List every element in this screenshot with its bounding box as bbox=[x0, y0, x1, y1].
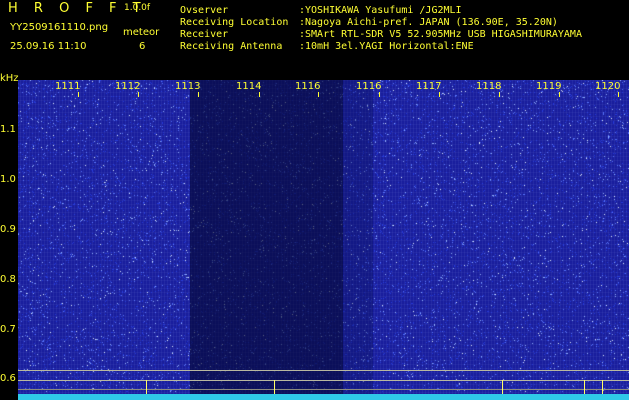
spectrogram-dark-band bbox=[190, 80, 343, 400]
receiver-label: Receiver bbox=[180, 29, 229, 40]
receiver-value: :SMArt RTL-SDR V5 52.905MHz USB HIGASHIM… bbox=[299, 29, 582, 40]
meteor-ping bbox=[146, 380, 147, 394]
threshold-line-base bbox=[18, 389, 629, 390]
y-axis-unit: kHz bbox=[0, 73, 19, 84]
y-tick-label: 0.7 bbox=[0, 324, 16, 335]
spectrogram-mid-band bbox=[343, 80, 373, 400]
x-tick-mark bbox=[259, 92, 260, 97]
x-tick-mark bbox=[379, 92, 380, 97]
detection-mode: meteor bbox=[123, 27, 160, 38]
x-tick-label: 1114 bbox=[236, 81, 262, 92]
x-tick-label: 1117 bbox=[416, 81, 442, 92]
location-label: Receiving Location bbox=[180, 17, 289, 28]
capture-datetime: 25.09.16 11:10 bbox=[10, 41, 87, 52]
threshold-line-lower bbox=[18, 380, 629, 381]
x-tick-mark bbox=[559, 92, 560, 97]
x-tick-mark bbox=[499, 92, 500, 97]
antenna-label: Receiving Antenna bbox=[180, 41, 283, 52]
image-filename: YY2509161110.png bbox=[10, 22, 109, 33]
noise-floor bbox=[18, 394, 629, 400]
y-tick-label: 0.8 bbox=[0, 274, 16, 285]
app-version: 1.0.0f bbox=[124, 3, 151, 13]
meteor-count: 6 bbox=[139, 41, 146, 52]
x-tick-label: 1120 bbox=[595, 81, 621, 92]
meteor-ping bbox=[602, 380, 603, 394]
x-tick-label: 1116 bbox=[295, 81, 321, 92]
y-tick-label: 1.1 bbox=[0, 124, 16, 135]
x-tick-label: 1119 bbox=[536, 81, 562, 92]
header-panel: H R O F F T 1.0.0f YY2509161110.png mete… bbox=[0, 0, 629, 76]
threshold-line-upper bbox=[18, 370, 629, 371]
y-tick-label: 0.6 bbox=[0, 373, 16, 384]
x-tick-mark bbox=[78, 92, 79, 97]
x-tick-label: 1118 bbox=[476, 81, 502, 92]
spectrogram-plot bbox=[18, 80, 629, 400]
x-tick-mark bbox=[618, 92, 619, 97]
x-tick-label: 1116 bbox=[356, 81, 382, 92]
meteor-ping bbox=[502, 380, 503, 394]
x-tick-mark bbox=[439, 92, 440, 97]
x-tick-label: 1113 bbox=[175, 81, 201, 92]
meteor-ping bbox=[274, 380, 275, 394]
x-tick-mark bbox=[318, 92, 319, 97]
observer-label: Ovserver bbox=[180, 5, 229, 16]
x-tick-label: 1112 bbox=[115, 81, 141, 92]
meteor-ping bbox=[584, 380, 585, 394]
x-tick-mark bbox=[198, 92, 199, 97]
antenna-value: :10mH 3el.YAGI Horizontal:ENE bbox=[299, 41, 474, 52]
observer-value: :YOSHIKAWA Yasufumi /JG2MLI bbox=[299, 5, 462, 16]
y-tick-label: 0.9 bbox=[0, 224, 16, 235]
y-tick-label: 1.0 bbox=[0, 174, 16, 185]
x-tick-mark bbox=[138, 92, 139, 97]
location-value: :Nagoya Aichi-pref. JAPAN (136.90E, 35.2… bbox=[299, 17, 558, 28]
x-tick-label: 1111 bbox=[55, 81, 81, 92]
